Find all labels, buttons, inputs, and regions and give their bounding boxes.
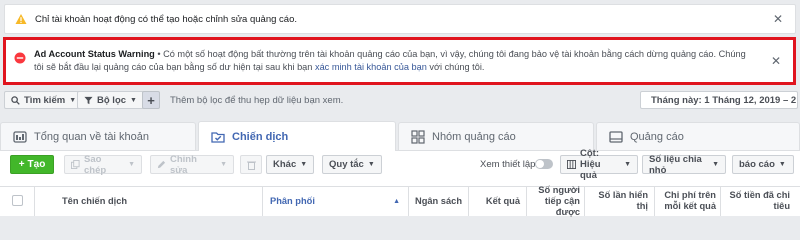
search-button[interactable]: Tìm kiếm ▼ (4, 91, 84, 109)
verify-account-link[interactable]: xác minh tài khoản của bạn (315, 62, 427, 72)
chevron-down-icon: ▼ (220, 161, 227, 168)
overview-icon (13, 130, 27, 144)
column-divider (468, 186, 469, 216)
tab-label: Quảng cáo (630, 130, 684, 143)
rules-button[interactable]: Quy tắc ▼ (322, 155, 382, 174)
edit-button[interactable]: Chỉnh sửa ▼ (150, 153, 234, 176)
date-range-picker[interactable]: Tháng này: 1 Tháng 12, 2019 – 2 (640, 91, 798, 109)
close-icon[interactable]: ✕ (771, 55, 781, 67)
column-cost-per-result[interactable]: Chi phí trên mỗi kết quả (656, 186, 716, 216)
columns-label: Cột: Hiệu quả (580, 148, 601, 181)
column-results[interactable]: Kết quả (470, 186, 520, 216)
column-amount-spent[interactable]: Số tiền đã chi tiêu (722, 186, 790, 216)
chevron-down-icon: ▼ (624, 161, 631, 168)
tab-label: Tổng quan về tài khoản (34, 130, 149, 143)
campaign-folder-icon (211, 130, 225, 144)
copy-label: Sao chép (84, 153, 107, 176)
chevron-down-icon: ▼ (778, 161, 786, 168)
tab-label: Nhóm quảng cáo (432, 130, 516, 143)
tab-label: Chiến dịch (232, 130, 289, 143)
column-campaign-name[interactable]: Tên chiến dịch (62, 186, 242, 216)
more-label: Khác (273, 159, 297, 170)
column-divider (654, 186, 655, 216)
ad-set-grid-icon (411, 129, 425, 144)
column-delivery-label: Phân phối (270, 195, 315, 206)
select-all-checkbox[interactable] (12, 195, 23, 206)
pencil-icon (157, 160, 166, 169)
column-divider (408, 186, 409, 216)
warning-body-end: với chúng tôi. (426, 62, 485, 72)
warning-text: Ad Account Status Warning • Có một số ho… (34, 48, 746, 82)
plus-icon: + (147, 92, 155, 108)
filter-button[interactable]: Bộ lọc ▼ (77, 91, 144, 109)
rules-label: Quy tắc (329, 159, 364, 170)
date-range-label: Tháng này: 1 Tháng 12, 2019 – 2 (651, 94, 797, 106)
warning-title: Ad Account Status Warning (34, 49, 155, 59)
chevron-down-icon: ▼ (69, 96, 77, 104)
ad-icon (609, 130, 623, 144)
close-icon[interactable]: ✕ (773, 13, 783, 25)
columns-button[interactable]: Cột: Hiệu quả ▼ (560, 148, 638, 181)
breakdown-label: Số liệu chia nhỏ (649, 153, 702, 176)
chevron-down-icon: ▼ (300, 161, 308, 168)
add-filter-button[interactable]: + (142, 91, 160, 109)
preview-toggle[interactable] (535, 159, 553, 169)
tab-ad-sets[interactable]: Nhóm quảng cáo (398, 122, 594, 150)
columns-icon (567, 160, 576, 169)
delete-button[interactable] (240, 155, 262, 174)
more-button[interactable]: Khác ▼ (266, 155, 315, 174)
column-reach[interactable]: Số người tiếp cận được (528, 185, 580, 217)
tab-campaigns[interactable]: Chiến dịch (198, 121, 396, 151)
chevron-down-icon: ▼ (128, 161, 135, 168)
column-divider (526, 186, 527, 216)
stop-icon (14, 52, 26, 64)
filter-icon (84, 96, 93, 105)
info-banner-text: Chỉ tài khoản hoạt động có thể tạo hoặc … (35, 13, 297, 25)
tab-ads[interactable]: Quảng cáo (596, 122, 800, 150)
column-impressions[interactable]: Số lần hiển thị (586, 186, 648, 216)
reports-label: báo cáo (739, 159, 775, 170)
column-divider (34, 186, 35, 216)
edit-label: Chỉnh sửa (170, 153, 197, 176)
info-banner: Chỉ tài khoản hoạt động có thể tạo hoặc … (4, 4, 796, 34)
reports-button[interactable]: báo cáo ▼ (732, 155, 794, 174)
column-divider (720, 186, 721, 216)
column-divider (262, 186, 263, 216)
filter-label: Bộ lọc (97, 94, 127, 106)
filter-hint: Thêm bộ lọc để thu hẹp dữ liệu bạn xem. (170, 95, 344, 106)
tab-account-overview[interactable]: Tổng quan về tài khoản (0, 122, 196, 150)
chevron-down-icon: ▼ (130, 96, 137, 104)
trash-icon (246, 160, 256, 170)
create-button[interactable]: + Tạo (10, 155, 54, 174)
sort-asc-icon: ▲ (393, 197, 400, 205)
search-icon (11, 95, 20, 105)
copy-icon (71, 160, 80, 169)
status-warning-banner: Ad Account Status Warning • Có một số ho… (3, 37, 796, 85)
search-label: Tìm kiếm (24, 94, 66, 106)
column-delivery[interactable]: Phân phối ▲ (270, 186, 400, 216)
chevron-down-icon: ▼ (367, 161, 375, 168)
warning-triangle-icon (15, 13, 27, 25)
column-divider (584, 186, 585, 216)
breakdown-button[interactable]: Số liệu chia nhỏ ▼ (642, 153, 726, 176)
copy-button[interactable]: Sao chép ▼ (64, 153, 142, 176)
create-label: Tạo (27, 159, 46, 170)
preview-setup-label: Xem thiết lập (480, 159, 536, 170)
column-budget[interactable]: Ngân sách (410, 186, 462, 216)
chevron-down-icon: ▼ (712, 161, 719, 168)
plus-icon: + (18, 159, 25, 170)
